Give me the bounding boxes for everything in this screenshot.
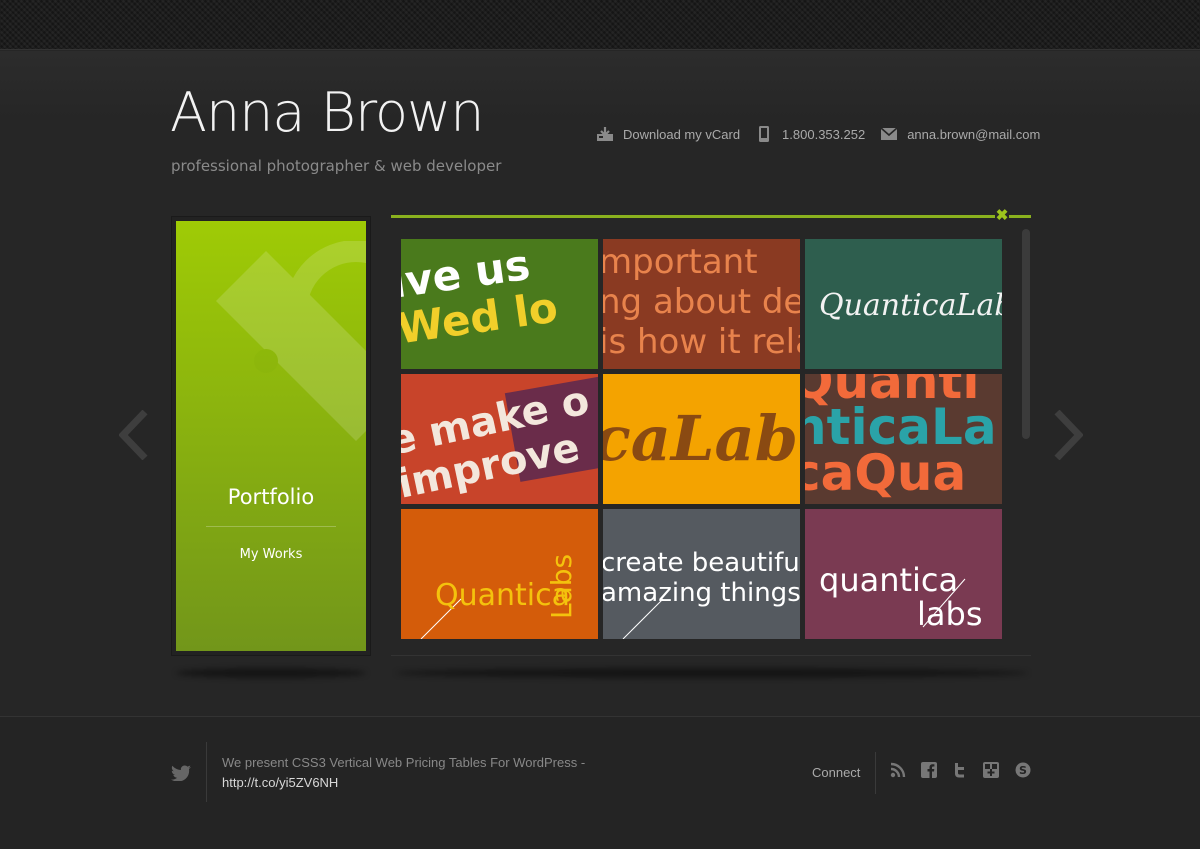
top-pattern-bar: [0, 0, 1200, 50]
latest-tweet: We present CSS3 Vertical Web Pricing Tab…: [222, 753, 662, 793]
gallery-scrollbar[interactable]: [1022, 229, 1030, 439]
tile-shadow: [176, 668, 366, 678]
thumbnail-text: QuanticaLabs: [819, 288, 1002, 323]
vcard-link[interactable]: Download my vCard: [596, 126, 740, 142]
gallery-shadow: [396, 668, 1028, 678]
facebook-icon[interactable]: [921, 762, 937, 778]
phone-number: 1.800.353.252: [782, 126, 866, 142]
gallery-thumbnail[interactable]: e make o improve: [401, 374, 598, 504]
thumbnail-text: ng about des: [603, 282, 800, 322]
gallery-thumbnail[interactable]: Quanti nticaLa caQua: [805, 374, 1002, 504]
rss-icon[interactable]: [890, 762, 906, 778]
tweet-link[interactable]: http://t.co/yi5ZV6NH: [222, 775, 338, 790]
email-address: anna.brown@mail.com: [907, 126, 1041, 142]
gallery-thumbnail[interactable]: create beautiful amazing things: [603, 509, 800, 639]
portfolio-subtitle[interactable]: My Works: [176, 547, 366, 562]
thumbnail-text: amazing things: [603, 578, 800, 608]
thumbnail-text: is how it rela: [603, 322, 800, 362]
mail-icon: [880, 126, 898, 142]
gallery-thumbnail[interactable]: QuanticaLabs: [805, 239, 1002, 369]
portfolio-tile-frame: Portfolio My Works: [171, 216, 371, 656]
portfolio-title: Portfolio: [227, 485, 315, 509]
thumbnail-typography: QuantinticaLacaQua: [805, 374, 997, 502]
thumbnail-text: Labs: [545, 554, 578, 619]
thumbnail-typography: ive usWed lo: [401, 240, 561, 354]
phone-contact: 1.800.353.252: [755, 126, 865, 142]
connect-label: Connect: [812, 765, 861, 780]
gallery-thumbnail[interactable]: QuanticaLabs: [401, 509, 598, 639]
svg-text:S: S: [1019, 764, 1027, 777]
vcard-label: Download my vCard: [623, 126, 741, 142]
delicious-icon[interactable]: [983, 762, 999, 778]
gallery-top-bar: [391, 215, 1031, 218]
thumbnail-typography: e make oimprove: [401, 374, 598, 504]
download-icon: [596, 126, 614, 142]
header-contacts: Download my vCard 1.800.353.252 anna.bro…: [596, 124, 1040, 144]
tweet-text: We present CSS3 Vertical Web Pricing Tab…: [222, 755, 586, 770]
gallery-thumbnail[interactable]: ive us Wed lo: [401, 239, 598, 369]
thumbnail-typography: caLab: [603, 402, 798, 475]
phone-icon: [755, 126, 773, 142]
thumbnail-typography: mportantng about desis how it rela: [603, 242, 800, 362]
thumbnail-text: create beautiful: [603, 548, 800, 578]
gallery-thumbnail[interactable]: caLab: [603, 374, 800, 504]
divider: [206, 526, 336, 527]
portfolio-tile[interactable]: Portfolio My Works: [176, 221, 366, 651]
thumbnail-typography: quanticalabs: [819, 561, 982, 633]
site-tagline: professional photographer & web develope…: [171, 157, 502, 175]
thumbnail-text: caLab: [603, 402, 798, 475]
twitter-bird-icon[interactable]: [171, 765, 191, 781]
gallery-bottom-line: [391, 655, 1031, 656]
gallery-thumbnail[interactable]: mportantng about desis how it rela: [603, 239, 800, 369]
gallery-top-bar-tail: [1011, 215, 1031, 218]
thumbnail-text: quantica: [819, 561, 958, 599]
thumbnail-text: labs: [917, 595, 982, 633]
close-icon[interactable]: ✖: [995, 208, 1009, 223]
thumbnail-text: caQua: [805, 444, 966, 502]
thumbnail-text: mportant: [603, 242, 758, 282]
skype-icon[interactable]: S: [1015, 762, 1031, 778]
chevron-left-icon[interactable]: [119, 410, 149, 460]
gallery-thumbnail[interactable]: quantica labs: [805, 509, 1002, 639]
chevron-right-icon[interactable]: [1053, 410, 1083, 460]
email-link[interactable]: anna.brown@mail.com: [880, 126, 1040, 142]
thumbnail-typography: create beautifulamazing things: [603, 548, 800, 639]
site-title[interactable]: Anna Brown: [170, 78, 484, 148]
connect-separator: [875, 752, 876, 794]
thumbnail-typography: QuanticaLabs: [819, 288, 1002, 323]
twitter-icon[interactable]: [952, 762, 968, 778]
footer-separator: [206, 742, 207, 802]
tag-icon: [216, 241, 366, 441]
thumbnail-typography: QuanticaLabs: [420, 554, 578, 639]
